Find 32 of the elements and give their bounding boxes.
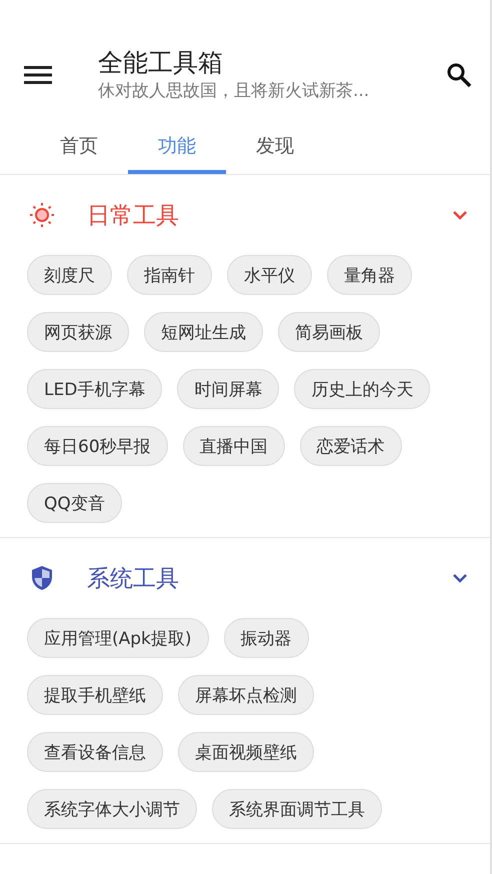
tab[interactable]: 发现 — [226, 122, 324, 174]
tool-chip[interactable]: 量角器 — [327, 255, 412, 295]
tool-chip[interactable]: 振动器 — [224, 618, 309, 658]
tool-chip[interactable]: 每日60秒早报 — [27, 426, 168, 466]
tool-chip[interactable]: LED手机字幕 — [27, 369, 162, 409]
tool-chip[interactable]: 简易画板 — [278, 312, 380, 352]
sun-icon — [27, 200, 57, 230]
tool-chip[interactable]: 时间屏幕 — [177, 369, 280, 409]
section-title: 日常工具 — [87, 202, 180, 230]
section-title: 系统工具 — [87, 564, 180, 594]
tool-chip[interactable]: 指南针 — [127, 255, 212, 295]
tool-chip[interactable]: 刻度尺 — [27, 255, 112, 295]
tool-chip[interactable]: 历史上的今天 — [294, 369, 430, 409]
tool-chip[interactable]: 系统字体大小调节 — [27, 789, 197, 829]
tool-chip[interactable]: 水平仪 — [227, 255, 312, 295]
tool-chip[interactable]: QQ变音 — [27, 483, 122, 523]
tab[interactable]: 首页 — [30, 122, 128, 174]
tool-chip[interactable]: 桌面视频壁纸 — [178, 732, 314, 772]
tool-chip[interactable]: 屏幕坏点检测 — [178, 675, 314, 715]
tool-chip[interactable]: 查看设备信息 — [27, 732, 163, 772]
tool-chip[interactable]: 恋爱话术 — [300, 426, 402, 466]
tool-chip[interactable]: 系统界面调节工具 — [212, 789, 382, 829]
app-subtitle: 休对故人思故国，且将新火试新茶... — [98, 80, 370, 103]
tab[interactable]: 功能 — [128, 122, 226, 174]
tool-chip[interactable]: 直播中国 — [182, 426, 285, 466]
menu-icon[interactable] — [24, 65, 52, 85]
tool-chip[interactable]: 网页获源 — [27, 312, 129, 352]
search-icon[interactable] — [446, 62, 472, 88]
tool-chip[interactable]: 提取手机壁纸 — [27, 675, 163, 715]
tool-chip[interactable]: 短网址生成 — [144, 312, 263, 352]
app-title: 全能工具箱 — [98, 47, 224, 79]
tool-chip[interactable]: 应用管理(Apk提取) — [27, 618, 209, 658]
